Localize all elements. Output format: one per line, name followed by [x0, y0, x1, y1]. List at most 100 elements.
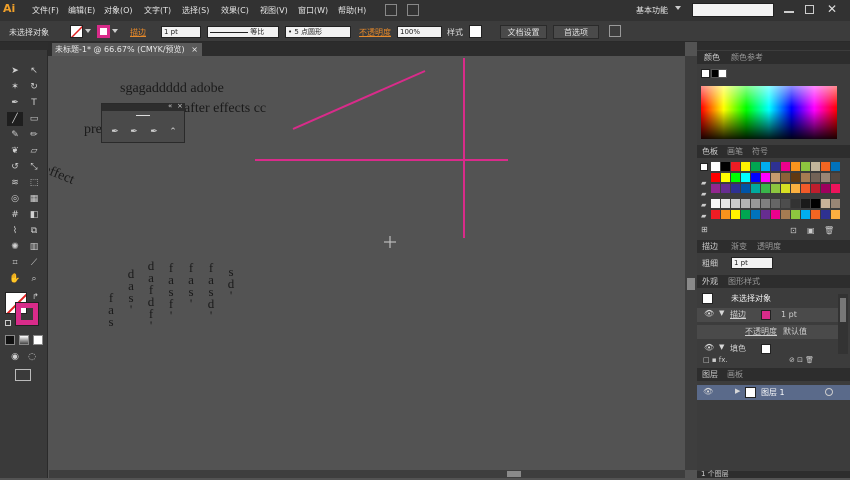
color-swatch[interactable]	[821, 199, 830, 208]
color-swatch[interactable]	[751, 173, 760, 182]
appearance-fill-row[interactable]: 👁 ▼ 填色	[697, 342, 838, 356]
variable-width-profile[interactable]: 等比	[207, 26, 279, 38]
color-swatch[interactable]	[831, 210, 840, 219]
color-swatch[interactable]	[801, 162, 810, 171]
color-swatch[interactable]	[751, 162, 760, 171]
tab-stroke[interactable]: 描边	[702, 241, 718, 253]
stroke-label-link[interactable]: 描边	[130, 27, 146, 38]
color-swatch[interactable]	[831, 162, 840, 171]
tab-symbols[interactable]: 符号	[752, 146, 768, 158]
gradient-mode-icon[interactable]	[19, 335, 29, 345]
minimize-icon[interactable]	[784, 11, 794, 13]
color-swatch[interactable]	[781, 173, 790, 182]
tab-color-guide[interactable]: 颜色参考	[731, 52, 763, 64]
color-swatch[interactable]	[711, 199, 720, 208]
horizontal-scrollbar[interactable]	[49, 470, 685, 478]
blend-tool-icon[interactable]: ⧉	[26, 224, 42, 238]
color-swatch[interactable]	[821, 184, 830, 193]
color-swatch[interactable]	[811, 162, 820, 171]
type-tool-icon[interactable]: T	[26, 96, 42, 110]
color-white-swatch[interactable]	[718, 69, 727, 78]
color-swatch[interactable]	[731, 173, 740, 182]
color-swatch[interactable]	[741, 162, 750, 171]
folder-icon[interactable]: ▰	[701, 201, 706, 209]
pen-tool-icon[interactable]: ✒	[107, 125, 123, 139]
fill-dropdown-icon[interactable]	[85, 29, 91, 33]
vertical-scrollbar[interactable]	[685, 56, 697, 470]
layer-row[interactable]: 👁 ▶ 图层 1	[697, 385, 850, 400]
pencil-tool-icon[interactable]: ✏	[26, 128, 42, 142]
workspace-switcher[interactable]: 基本功能	[636, 5, 668, 16]
document-setup-button[interactable]: 文档设置	[500, 25, 547, 39]
eyedropper-tool-icon[interactable]: ⌇	[7, 224, 23, 238]
color-swatch[interactable]	[711, 162, 720, 171]
color-swatch[interactable]	[811, 210, 820, 219]
add-anchor-point-icon[interactable]: ✒	[126, 125, 142, 139]
color-swatch[interactable]	[721, 210, 730, 219]
column-graph-tool-icon[interactable]: ▥	[26, 240, 42, 254]
color-spectrum[interactable]	[701, 86, 837, 139]
stroke-swatch[interactable]	[97, 25, 110, 38]
color-swatch[interactable]	[761, 162, 770, 171]
arrange-icon[interactable]	[609, 25, 621, 37]
bridge-icon[interactable]	[385, 4, 397, 16]
vertical-scroll-thumb[interactable]	[687, 278, 695, 290]
color-swatch[interactable]	[771, 210, 780, 219]
clear-appearance-icon[interactable]: ⊘ ⊡ 🗑	[789, 356, 814, 364]
appearance-scrollbar[interactable]	[838, 294, 848, 354]
color-swatch[interactable]	[731, 210, 740, 219]
color-swatch[interactable]	[711, 173, 720, 182]
color-swatch[interactable]	[731, 184, 740, 193]
color-none-swatch[interactable]	[701, 69, 710, 78]
vertical-text-column[interactable]: d a s '	[126, 267, 136, 316]
folder-icon[interactable]: ▰	[701, 179, 706, 187]
expand-triangle-icon[interactable]: ▼	[719, 309, 724, 317]
color-swatch[interactable]	[761, 210, 770, 219]
perspective-grid-tool-icon[interactable]: ▦	[26, 192, 42, 206]
tab-brushes[interactable]: 画笔	[727, 146, 743, 158]
blob-brush-tool-icon[interactable]: ❦	[7, 144, 23, 158]
color-swatch[interactable]	[811, 184, 820, 193]
color-mode-icon[interactable]	[5, 335, 15, 345]
swap-fill-stroke-icon[interactable]: ↱	[32, 292, 39, 301]
vertical-text-column[interactable]: s d '	[226, 265, 236, 302]
stroke-dropdown-icon[interactable]	[112, 29, 118, 33]
appearance-stroke-label[interactable]: 描边	[730, 309, 746, 321]
color-swatch[interactable]	[781, 162, 790, 171]
floating-panel-collapse-icon[interactable]: «	[168, 102, 172, 110]
none-mode-icon[interactable]	[33, 335, 43, 345]
appearance-scroll-thumb[interactable]	[840, 298, 846, 322]
tab-color[interactable]: 颜色	[704, 52, 720, 64]
color-swatch[interactable]	[741, 210, 750, 219]
canvas-text-line2[interactable]: after effects cc	[184, 101, 266, 117]
vertical-text-column[interactable]: f a s f '	[166, 261, 176, 322]
eye-icon[interactable]: 👁	[704, 309, 714, 318]
expand-triangle-icon[interactable]: ▶	[735, 387, 740, 395]
color-swatch[interactable]	[711, 210, 720, 219]
stroke-color-chip[interactable]	[761, 310, 771, 320]
color-swatch[interactable]	[801, 173, 810, 182]
color-swatch[interactable]	[761, 173, 770, 182]
new-color-group-icon[interactable]: ▣	[807, 226, 815, 235]
folder-icon[interactable]: ▰	[701, 190, 706, 198]
arrange-documents-icon[interactable]	[407, 4, 419, 16]
color-swatch[interactable]	[781, 184, 790, 193]
add-new-stroke-icon[interactable]: □ ▪ fx.	[703, 356, 728, 364]
graphic-style-swatch[interactable]	[469, 25, 482, 38]
menu-edit[interactable]: 编辑(E)	[68, 5, 95, 16]
color-swatch[interactable]	[781, 199, 790, 208]
weight-field[interactable]: 1 pt	[731, 257, 773, 269]
symbol-sprayer-tool-icon[interactable]: ✺	[7, 240, 23, 254]
color-swatch[interactable]	[751, 199, 760, 208]
line-tool-icon[interactable]: ╱	[7, 112, 23, 126]
tab-layers[interactable]: 图层	[702, 369, 718, 381]
fill-swatch[interactable]	[70, 25, 83, 38]
vertical-text-column[interactable]: fas	[106, 291, 116, 328]
direct-selection-tool-icon[interactable]: ↖	[26, 64, 42, 78]
layer-name[interactable]: 图层 1	[761, 387, 785, 399]
maximize-icon[interactable]	[805, 5, 814, 14]
color-swatch[interactable]	[791, 173, 800, 182]
artboard-tool-icon[interactable]: ⌗	[7, 256, 23, 270]
menu-effect[interactable]: 效果(C)	[221, 5, 249, 16]
color-swatch[interactable]	[771, 173, 780, 182]
